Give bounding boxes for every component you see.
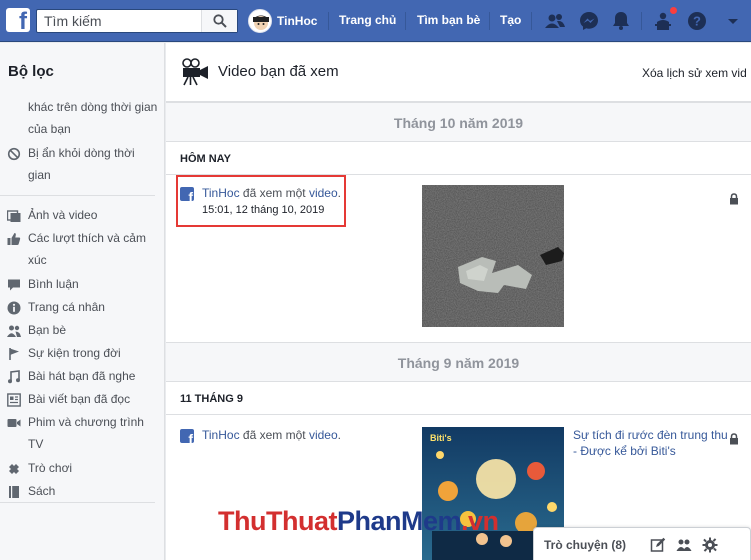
sidebar-item-books[interactable]: Sách (28, 480, 158, 502)
nav-divider (531, 12, 532, 30)
music-icon (8, 370, 20, 384)
sidebar-item-movies-tv[interactable]: Phim và chương trình TV (28, 411, 158, 455)
nav-create-link[interactable]: Tạo (500, 13, 521, 27)
photos-icon (7, 210, 21, 222)
video-title-link[interactable]: Sự tích đi rước đèn trung thu - Được kể … (573, 427, 733, 459)
comment-icon (8, 279, 20, 291)
friends-icon (7, 325, 21, 337)
friend-requests-icon[interactable] (544, 10, 566, 32)
nav-home-link[interactable]: Trang chủ (339, 13, 396, 27)
nav-divider (641, 12, 642, 30)
sidebar-item-hidden[interactable]: Bị ẩn khỏi dòng thời gian (28, 142, 158, 186)
profile-link[interactable]: TinHoc (248, 8, 317, 34)
avatar (248, 9, 272, 33)
svg-text:Biti's: Biti's (430, 433, 452, 443)
facebook-logo[interactable]: f (6, 8, 30, 34)
entry-video-link[interactable]: video (309, 428, 338, 442)
gear-icon[interactable] (702, 537, 718, 553)
nav-divider (328, 12, 329, 30)
notification-badge (669, 6, 678, 15)
day-header: HÔM NAY (166, 143, 751, 175)
new-group-icon[interactable] (676, 537, 692, 553)
sidebar-divider (0, 502, 155, 503)
search-input[interactable] (37, 10, 203, 32)
highlight-box (176, 175, 346, 227)
month-label: Tháng 10 năm 2019 (393, 115, 524, 131)
facebook-app-icon: f (180, 429, 194, 443)
sidebar-item-articles[interactable]: Bài viết bạn đã đọc (28, 388, 158, 410)
lock-icon[interactable] (729, 433, 739, 445)
hidden-icon (7, 147, 21, 161)
search-box (36, 9, 238, 33)
like-icon (7, 233, 21, 245)
svg-text:?: ? (693, 14, 701, 29)
entry-end: . (337, 428, 341, 442)
articles-icon (7, 393, 21, 407)
filter-sidebar: Bộ lọc khác trên dòng thời gian của bạn … (0, 43, 165, 560)
lock-icon[interactable] (729, 193, 739, 205)
chat-label: Trò chuyện (8) (544, 538, 627, 552)
watermark: ThuThuatPhanMem.vn (218, 506, 499, 536)
nav-divider (405, 12, 406, 30)
notifications-icon[interactable] (610, 10, 632, 32)
sidebar-title: Bộ lọc (8, 63, 54, 80)
day-header: 11 THÁNG 9 (166, 383, 751, 415)
day-label: HÔM NAY (180, 153, 231, 165)
sidebar-item-comments[interactable]: Bình luận (28, 273, 158, 295)
life-event-icon (9, 348, 19, 360)
profile-info-icon (7, 301, 21, 315)
sidebar-item-photos-videos[interactable]: Ảnh và video (28, 204, 158, 226)
entry-user-link[interactable]: TinHoc (202, 428, 240, 442)
video-thumbnail[interactable] (422, 185, 564, 327)
sidebar-item-other-timeline[interactable]: khác trên dòng thời gian của bạn (28, 96, 158, 140)
page-title: Video bạn đã xem (218, 63, 339, 80)
books-icon (9, 486, 19, 498)
games-icon (9, 464, 19, 474)
profile-name: TinHoc (277, 14, 318, 28)
month-label: Tháng 9 năm 2019 (397, 355, 520, 371)
day-label: 11 THÁNG 9 (180, 393, 243, 405)
search-icon (213, 14, 227, 28)
sidebar-item-friends[interactable]: Bạn bè (28, 319, 158, 341)
dropdown-arrow-icon[interactable] (722, 10, 744, 32)
chat-bar[interactable]: Trò chuyện (8) (533, 527, 751, 560)
sidebar-item-life-events[interactable]: Sự kiện trong đời (28, 342, 158, 364)
top-navigation-bar: f TinHoc Trang chủ Tìm bạn bè Tạo ? (0, 0, 751, 42)
nav-find-friends-link[interactable]: Tìm bạn bè (417, 13, 480, 27)
month-header: Tháng 9 năm 2019 (166, 342, 751, 382)
nav-divider (489, 12, 490, 30)
activity-entry-text: TinHoc đã xem một video. (202, 428, 341, 442)
activity-log-panel: Video bạn đã xem Xóa lịch sử xem vid Thá… (166, 43, 751, 560)
month-header: Tháng 10 năm 2019 (166, 102, 751, 142)
video-camera-icon (182, 58, 208, 86)
messenger-icon[interactable] (578, 10, 600, 32)
sidebar-divider (0, 195, 155, 196)
entry-action: đã xem một (239, 428, 309, 442)
sidebar-item-likes-reactions[interactable]: Các lượt thích và cảm xúc (28, 227, 158, 271)
sidebar-item-profile[interactable]: Trang cá nhân (28, 296, 158, 318)
sidebar-item-games[interactable]: Trò chơi (28, 457, 158, 479)
panel-header: Video bạn đã xem Xóa lịch sử xem vid (166, 43, 751, 102)
search-button[interactable] (201, 10, 237, 32)
help-icon[interactable]: ? (686, 10, 708, 32)
new-message-icon[interactable] (650, 537, 666, 553)
sidebar-item-songs[interactable]: Bài hát bạn đã nghe (28, 365, 158, 387)
video-icon (7, 419, 21, 427)
clear-history-link[interactable]: Xóa lịch sử xem vid (642, 66, 747, 80)
